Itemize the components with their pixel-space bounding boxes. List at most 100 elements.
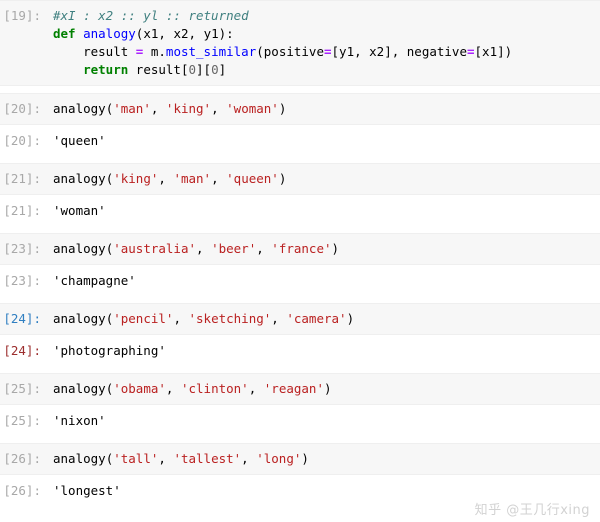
code-token: ) [278, 171, 287, 186]
code-token: [x1]) [474, 44, 513, 59]
code-line: result = m.most_similar(positive=[y1, x2… [53, 43, 596, 61]
code-token: 'photographing' [53, 343, 166, 358]
code-token: #xI : x2 :: yl :: returned [53, 8, 249, 23]
code-token: , [165, 381, 181, 396]
output-prompt-label: [25]: [3, 413, 41, 428]
input-prompt-label: [24]: [3, 311, 41, 326]
code-line: 'queen' [53, 132, 596, 150]
output-prompt-label: [21]: [3, 203, 41, 218]
code-cell-input[interactable]: [21]: analogy('king', 'man', 'queen') [0, 163, 600, 195]
code-line: 'woman' [53, 202, 596, 220]
code-token: 'clinton' [180, 381, 249, 396]
code-token: analogy [53, 101, 106, 116]
code-token: analogy [83, 26, 136, 41]
code-source[interactable]: analogy('australia', 'beer', 'france') [48, 234, 600, 264]
output-text: 'champagne' [48, 266, 600, 296]
code-token: 0 [188, 62, 197, 77]
code-token: 'king' [113, 171, 159, 186]
watermark-label: 知乎 @王几行xing [474, 503, 590, 518]
output-prompt-label: [24]: [3, 343, 41, 358]
code-token: result [128, 62, 181, 77]
code-token: def [53, 26, 76, 41]
code-token: 'king' [165, 101, 212, 116]
output-text: 'woman' [48, 196, 600, 226]
code-cell-output: [25]: 'nixon' [0, 406, 600, 436]
code-cell-input[interactable]: [23]: analogy('australia', 'beer', 'franc… [0, 233, 600, 265]
input-prompt-label: [23]: [3, 241, 41, 256]
code-cell-output: [24]: 'photographing' [0, 336, 600, 366]
code-token: 'longest' [53, 483, 121, 498]
code-token: 'tall' [113, 451, 159, 466]
code-token: 'obama' [113, 381, 166, 396]
code-token: , [158, 171, 174, 186]
code-token: , [211, 171, 227, 186]
code-token: 'beer' [211, 241, 257, 256]
code-cell-input[interactable]: [25]: analogy('obama', 'clinton', 'reagan… [0, 373, 600, 405]
code-token: x2 [173, 26, 189, 41]
code-token: positive [263, 44, 324, 59]
code-source[interactable]: analogy('obama', 'clinton', 'reagan') [48, 374, 600, 404]
code-token: ) [278, 101, 287, 116]
code-token: 'sketching' [188, 311, 272, 326]
code-token: result [53, 44, 136, 59]
code-line: 'longest' [53, 482, 596, 500]
output-text: 'nixon' [48, 406, 600, 436]
code-source[interactable]: analogy('pencil', 'sketching', 'camera') [48, 304, 600, 334]
code-cell-input[interactable]: [24]: analogy('pencil', 'sketching', 'cam… [0, 303, 600, 335]
code-line: analogy('king', 'man', 'queen') [53, 170, 596, 188]
code-token: 'nixon' [53, 413, 106, 428]
code-token: , [173, 311, 189, 326]
code-token: ) [301, 451, 309, 466]
code-line: 'photographing' [53, 342, 596, 360]
code-cell-input[interactable]: [19]: #xI : x2 :: yl :: returneddef analo… [0, 0, 600, 86]
code-cell-output: [21]: 'woman' [0, 196, 600, 226]
code-line: analogy('tall', 'tallest', 'long') [53, 450, 596, 468]
code-line: analogy('man', 'king', 'woman') [53, 100, 596, 118]
code-source[interactable]: analogy('king', 'man', 'queen') [48, 164, 600, 194]
code-token: 'australia' [113, 241, 197, 256]
code-token: 'man' [113, 101, 151, 116]
code-token: 'woman' [53, 203, 106, 218]
code-token: , [158, 26, 174, 41]
code-token: 'camera' [286, 311, 347, 326]
code-token: x1 [143, 26, 159, 41]
code-token: 'tallest' [173, 451, 242, 466]
code-cell-input[interactable]: [20]: analogy('man', 'king', 'woman') [0, 93, 600, 125]
code-token: ) [323, 381, 332, 396]
code-token: ] [218, 62, 227, 77]
code-token: , [196, 241, 212, 256]
code-token: = [467, 44, 475, 59]
code-token: m [143, 44, 159, 59]
code-cell-output: [23]: 'champagne' [0, 266, 600, 296]
output-text: 'queen' [48, 126, 600, 156]
code-token: , [271, 311, 287, 326]
code-token: 'champagne' [53, 273, 136, 288]
input-prompt-label: [19]: [3, 8, 41, 23]
code-token: , [248, 381, 264, 396]
code-token: 'pencil' [113, 311, 174, 326]
code-line: #xI : x2 :: yl :: returned [53, 7, 596, 25]
code-token: negative [406, 44, 467, 59]
code-token: 'queen' [53, 133, 106, 148]
notebook-container: [19]: #xI : x2 :: yl :: returneddef analo… [0, 0, 600, 522]
code-token: 'reagan' [263, 381, 324, 396]
cell-spacer [0, 86, 600, 93]
code-line: analogy('obama', 'clinton', 'reagan') [53, 380, 596, 398]
code-token: analogy [53, 311, 106, 326]
code-token: 'long' [256, 451, 302, 466]
input-prompt-label: [25]: [3, 381, 41, 396]
output-text: 'photographing' [48, 336, 600, 366]
code-cell-input[interactable]: [26]: analogy('tall', 'tallest', 'long') [0, 443, 600, 475]
code-token: analogy [53, 241, 106, 256]
code-line: 'champagne' [53, 272, 596, 290]
code-source[interactable]: analogy('man', 'king', 'woman') [48, 94, 600, 124]
code-source[interactable]: analogy('tall', 'tallest', 'long') [48, 444, 600, 474]
code-line: def analogy(x1, x2, y1): [53, 25, 596, 43]
code-token: ( [256, 44, 264, 59]
code-token: most_similar [165, 44, 257, 59]
code-token: ) [346, 311, 355, 326]
code-source[interactable]: #xI : x2 :: yl :: returned def analogy(x1… [48, 1, 600, 85]
code-token: 'man' [173, 171, 212, 186]
code-token: , [188, 26, 204, 41]
